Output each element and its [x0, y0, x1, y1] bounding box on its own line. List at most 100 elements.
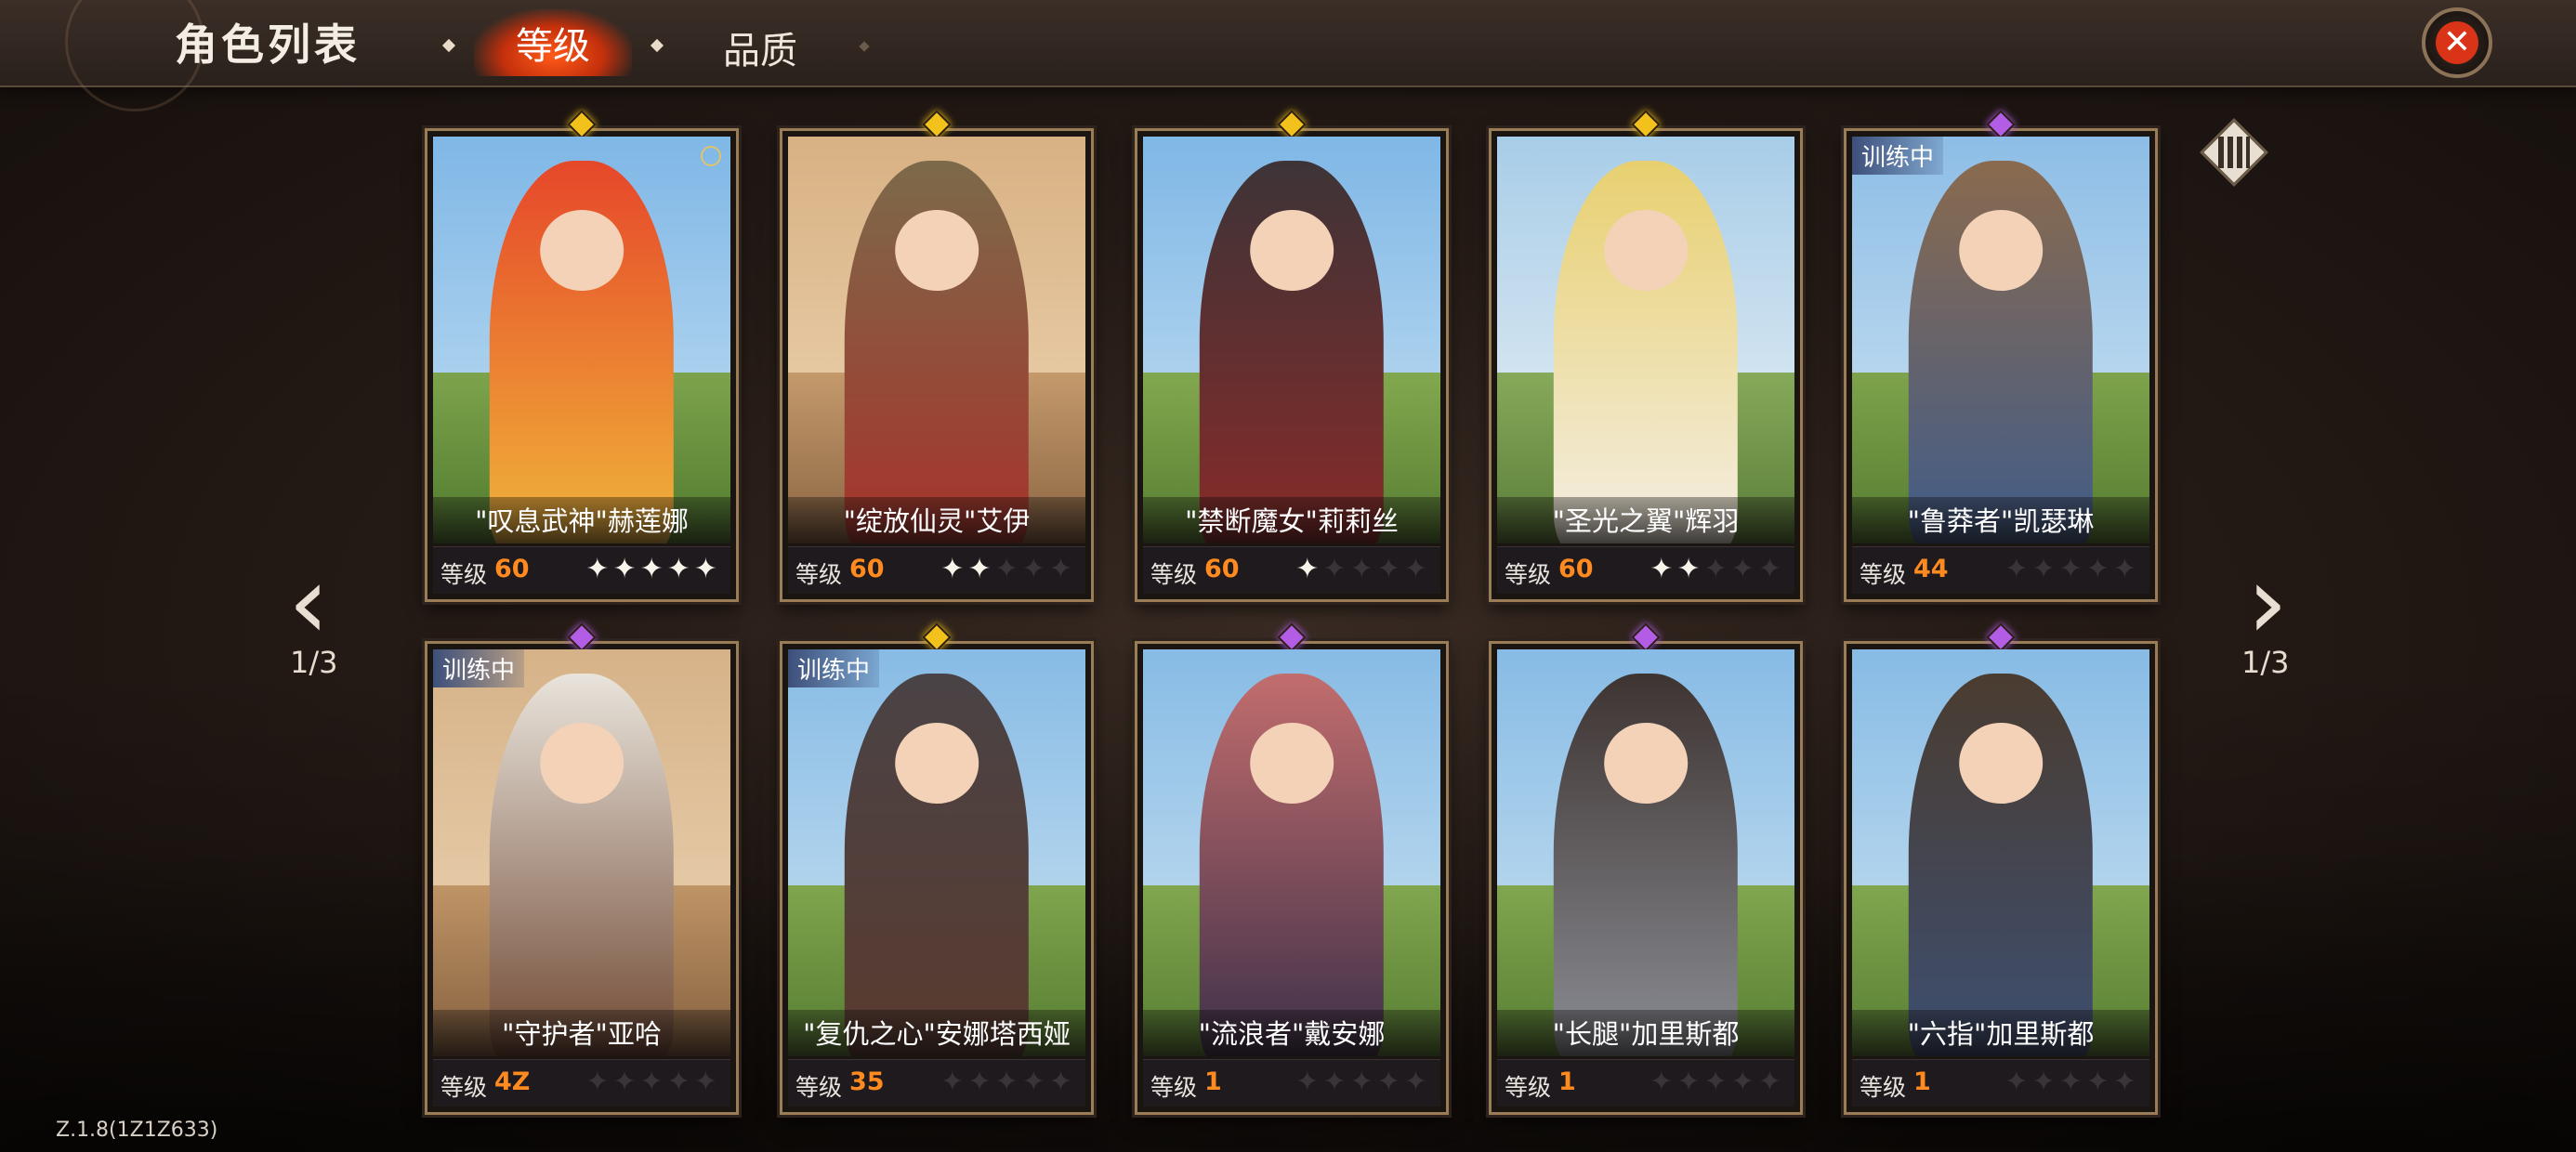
star-rating: ✦✦✦✦✦	[1295, 553, 1431, 585]
tab-separator-icon	[650, 38, 664, 53]
character-portrait	[1497, 137, 1794, 543]
next-page-arrow-icon[interactable]: ›	[2221, 551, 2314, 653]
star-icon: ✦	[1757, 553, 1785, 585]
star-icon: ✦	[639, 553, 667, 585]
prev-page-arrow-icon[interactable]: ‹	[262, 551, 355, 653]
star-icon: ✦	[2058, 1066, 2086, 1098]
character-info-bar: 等级 60 ✦✦✦✦✦	[433, 546, 730, 594]
character-card[interactable]: "六指"加里斯都 等级 1 ✦✦✦✦✦	[1844, 622, 2158, 1115]
character-portrait	[1852, 649, 2149, 1056]
star-icon: ✦	[1295, 1066, 1323, 1098]
character-name: "绽放仙灵"艾伊	[788, 497, 1085, 543]
star-icon: ✦	[1676, 553, 1704, 585]
level-label: 等级	[440, 561, 488, 588]
level-value: 60	[849, 555, 885, 583]
star-icon: ✦	[2112, 553, 2140, 585]
star-icon: ✦	[2004, 553, 2032, 585]
star-icon: ✦	[585, 1066, 613, 1098]
star-icon: ✦	[940, 553, 968, 585]
star-icon: ✦	[1021, 1066, 1049, 1098]
star-icon: ✦	[1649, 553, 1677, 585]
rarity-gem-icon	[922, 622, 952, 652]
level-label: 等级	[440, 1074, 488, 1101]
tab-level[interactable]: 等级	[474, 9, 632, 76]
star-icon: ✦	[666, 1066, 694, 1098]
star-icon: ✦	[1730, 553, 1758, 585]
level-value: 60	[1204, 555, 1240, 583]
star-rating: ✦✦✦✦✦	[585, 553, 721, 585]
character-portrait	[433, 137, 730, 543]
level-label: 等级	[1150, 561, 1198, 588]
character-portrait	[1143, 649, 1440, 1056]
page-title: 角色列表	[175, 20, 361, 70]
star-icon: ✦	[639, 1066, 667, 1098]
star-icon: ✦	[1021, 553, 1049, 585]
character-info-bar: 等级 60 ✦✦✦✦✦	[788, 546, 1085, 594]
rarity-gem-icon	[1631, 622, 1661, 652]
character-name: "禁断魔女"莉莉丝	[1143, 497, 1440, 543]
star-icon: ✦	[2031, 1066, 2059, 1098]
character-portrait	[433, 649, 730, 1056]
training-status-badge: 训练中	[433, 649, 525, 687]
tab-separator-icon	[859, 41, 870, 52]
close-icon: ✕	[2436, 21, 2478, 64]
page-indicator-left: 1/3	[290, 645, 338, 680]
level-value: 1	[1204, 1067, 1222, 1096]
star-icon: ✦	[2031, 553, 2059, 585]
character-name: "六指"加里斯都	[1852, 1010, 2149, 1056]
star-rating: ✦✦✦✦✦	[585, 1066, 721, 1098]
level-label: 等级	[795, 561, 843, 588]
close-button[interactable]: ✕	[2422, 7, 2492, 78]
grid-view-icon[interactable]	[2200, 118, 2268, 187]
character-name: "叹息武神"赫莲娜	[433, 497, 730, 543]
level-label: 等级	[1860, 1074, 1907, 1101]
character-card[interactable]: "圣光之翼"辉羽 等级 60 ✦✦✦✦✦	[1489, 110, 1803, 602]
star-icon: ✦	[1649, 1066, 1677, 1098]
character-card[interactable]: "流浪者"戴安娜 等级 1 ✦✦✦✦✦	[1135, 622, 1449, 1115]
level-value: 1	[1558, 1067, 1576, 1096]
star-icon: ✦	[1376, 553, 1404, 585]
level-label: 等级	[1150, 1074, 1198, 1101]
star-rating: ✦✦✦✦✦	[1649, 553, 1785, 585]
star-icon: ✦	[1295, 553, 1323, 585]
character-info-bar: 等级 1 ✦✦✦✦✦	[1852, 1059, 2149, 1106]
rarity-gem-icon	[1986, 622, 2016, 652]
star-icon: ✦	[1403, 1066, 1431, 1098]
star-icon: ✦	[1757, 1066, 1785, 1098]
star-icon: ✦	[1703, 1066, 1731, 1098]
character-name: "复仇之心"安娜塔西娅	[788, 1010, 1085, 1056]
character-name: "守护者"亚哈	[433, 1010, 730, 1056]
tab-separator-icon	[441, 38, 456, 53]
star-icon: ✦	[1730, 1066, 1758, 1098]
rarity-gem-icon	[567, 622, 597, 652]
character-card[interactable]: 训练中 "守护者"亚哈等级 4Z ✦✦✦✦✦	[425, 622, 739, 1115]
star-icon: ✦	[1403, 553, 1431, 585]
character-info-bar: 等级 60 ✦✦✦✦✦	[1497, 546, 1794, 594]
character-card[interactable]: "长腿"加里斯都 等级 1 ✦✦✦✦✦	[1489, 622, 1803, 1115]
star-icon: ✦	[2112, 1066, 2140, 1098]
character-card[interactable]: 训练中 "鲁莽者"凯瑟琳 等级 44 ✦✦✦✦✦	[1844, 110, 2158, 602]
character-info-bar: 等级 1 ✦✦✦✦✦	[1497, 1059, 1794, 1106]
character-name: "圣光之翼"辉羽	[1497, 497, 1794, 543]
level-value: 60	[1558, 555, 1594, 583]
level-value: 35	[849, 1067, 885, 1096]
character-name: "长腿"加里斯都	[1497, 1010, 1794, 1056]
level-label: 等级	[795, 1074, 843, 1101]
star-icon: ✦	[2004, 1066, 2032, 1098]
character-card[interactable]: "禁断魔女"莉莉丝等级 60 ✦✦✦✦✦	[1135, 110, 1449, 602]
character-card[interactable]: 训练中 "复仇之心"安娜塔西娅 等级 35 ✦✦✦✦✦	[780, 622, 1094, 1115]
character-name: "流浪者"戴安娜	[1143, 1010, 1440, 1056]
rarity-gem-icon	[1277, 110, 1307, 139]
star-icon: ✦	[1676, 1066, 1704, 1098]
star-icon: ✦	[1322, 553, 1350, 585]
tab-quality[interactable]: 品质	[723, 20, 797, 74]
star-icon: ✦	[693, 553, 721, 585]
star-rating: ✦✦✦✦✦	[2004, 1066, 2140, 1098]
character-card[interactable]: "叹息武神"赫莲娜 等级 60 ✦✦✦✦✦	[425, 110, 739, 602]
star-icon: ✦	[2058, 553, 2086, 585]
character-info-bar: 等级 1 ✦✦✦✦✦	[1143, 1059, 1440, 1106]
level-value: 4Z	[494, 1067, 531, 1096]
rarity-gem-icon	[567, 110, 597, 139]
character-info-bar: 等级 35 ✦✦✦✦✦	[788, 1059, 1085, 1106]
character-card[interactable]: "绽放仙灵"艾伊 等级 60 ✦✦✦✦✦	[780, 110, 1094, 602]
